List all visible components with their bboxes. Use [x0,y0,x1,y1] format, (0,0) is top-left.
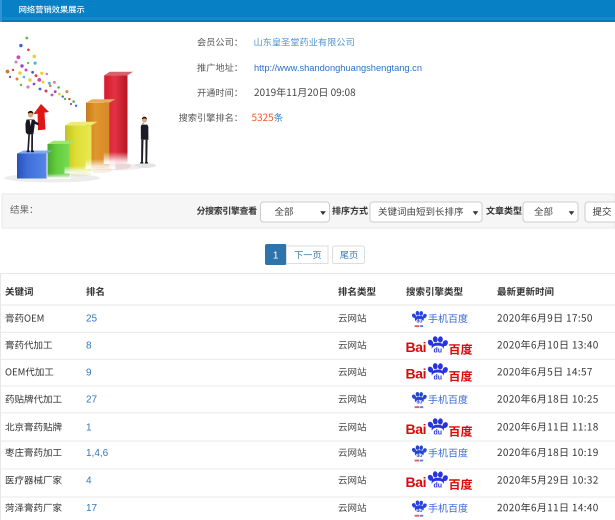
svg-text:du: du [434,348,443,355]
svg-text:du: du [416,319,422,324]
svg-text:Bai: Bai [406,421,427,437]
svg-text:http://www.shandonghuangshengt: http://www.shandonghuangshengtang.cn [254,63,422,73]
svg-text:Bai: Bai [406,474,427,490]
svg-text:1,4,6: 1,4,6 [86,448,109,459]
svg-text:9: 9 [86,367,92,378]
svg-text:1: 1 [86,423,92,434]
svg-text:8: 8 [86,341,92,352]
svg-text:27: 27 [86,395,98,406]
svg-text:4: 4 [86,476,92,487]
svg-text:du: du [434,430,443,437]
svg-text:25: 25 [86,314,98,325]
svg-text:1: 1 [273,250,279,261]
svg-text:du: du [434,374,443,381]
svg-text:17: 17 [86,503,98,514]
svg-text:du: du [416,453,422,458]
svg-text:Bai: Bai [406,366,427,382]
svg-text:du: du [434,483,443,490]
svg-text:Bai: Bai [406,339,427,355]
svg-text:du: du [416,508,422,513]
svg-text:du: du [416,400,422,405]
